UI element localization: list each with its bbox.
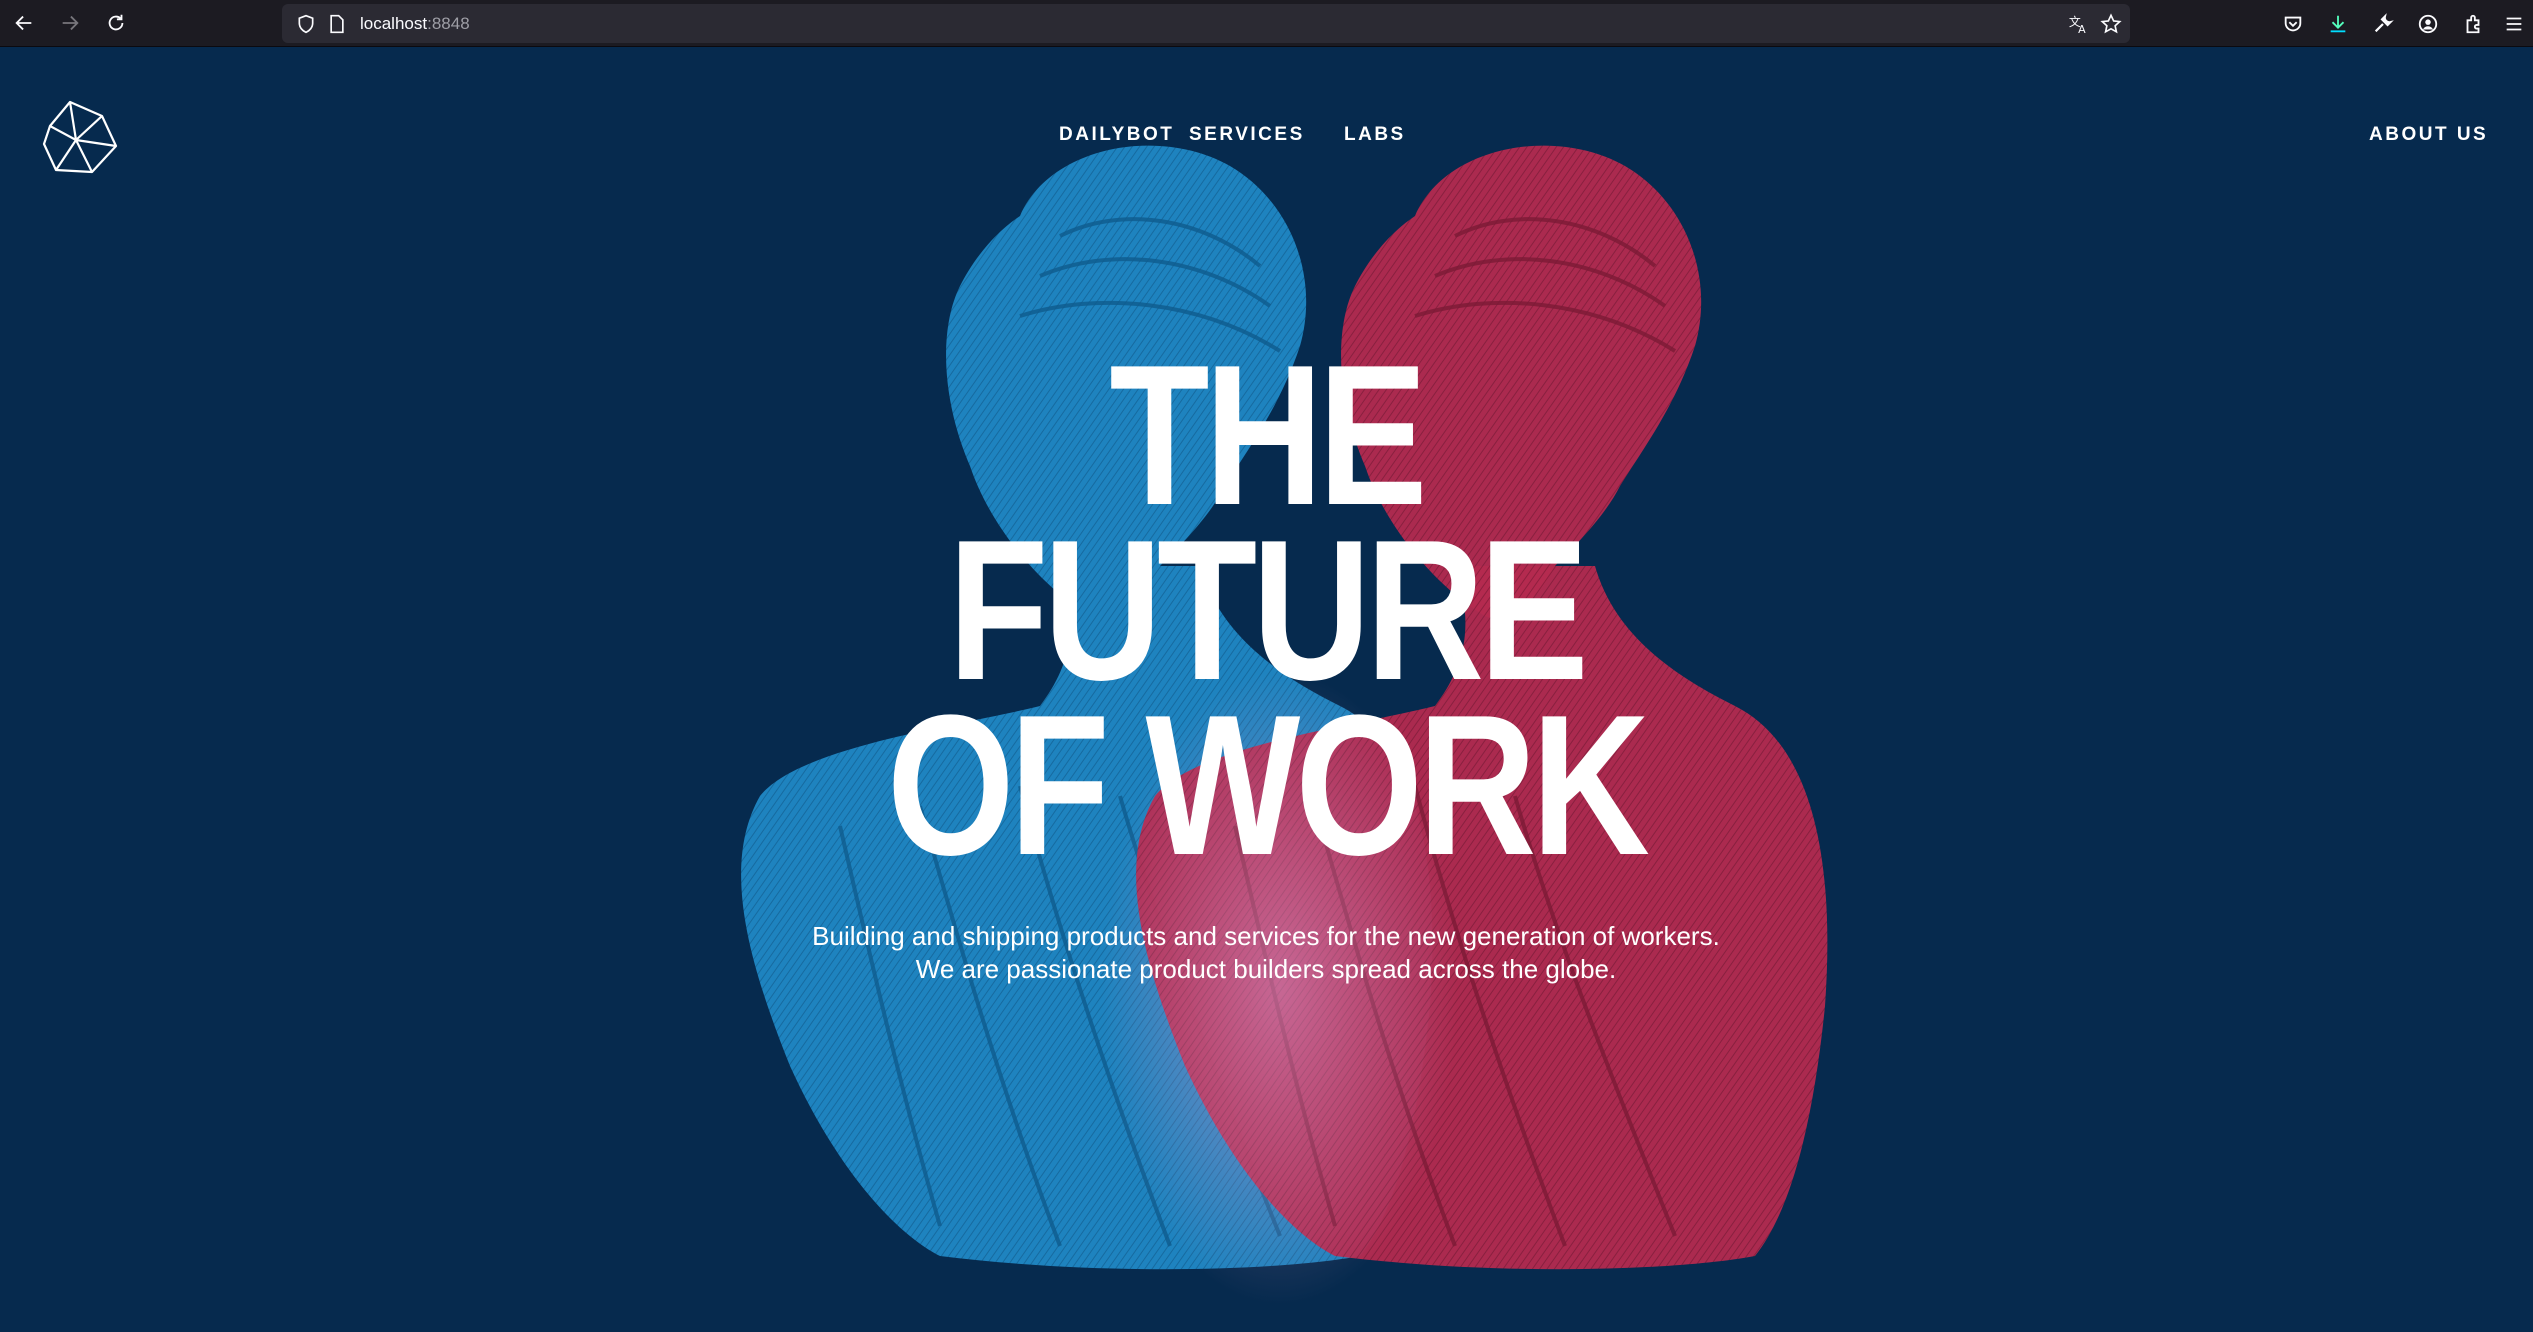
wrench-icon — [2374, 12, 2394, 32]
toolbar-right — [2270, 4, 2533, 43]
translate-icon[interactable]: 文A — [2068, 13, 2090, 35]
hero-title-line-1: THE — [1109, 324, 1427, 547]
nav-labs[interactable]: LABS — [1344, 124, 1406, 146]
account-icon — [2418, 14, 2437, 33]
menu-icon — [2506, 17, 2522, 30]
url-text[interactable]: localhost:8848 — [360, 14, 470, 34]
hero-subtitle-line-1: Building and shipping products and servi… — [812, 921, 1720, 951]
nav-services[interactable]: SERVICES — [1189, 124, 1305, 146]
browser-toolbar: localhost:8848 文A — [0, 0, 2533, 47]
forward-icon — [62, 15, 79, 31]
svg-text:A: A — [2078, 23, 2086, 35]
pocket-button[interactable] — [2270, 4, 2315, 43]
forward-button[interactable] — [50, 3, 90, 43]
nav-about-us[interactable]: ABOUT US — [2369, 124, 2488, 146]
hero-subtitle: Building and shipping products and servi… — [666, 920, 1866, 986]
hero-title: THE FUTURE OF WORK — [856, 324, 1676, 897]
star-icon[interactable] — [2100, 13, 2122, 35]
reload-button[interactable] — [96, 3, 136, 43]
devtools-button[interactable] — [2360, 4, 2405, 43]
logo-icon[interactable] — [40, 96, 122, 178]
url-host: localhost — [360, 14, 428, 33]
url-bar[interactable]: localhost:8848 文A — [282, 4, 2130, 43]
nav-dailybot[interactable]: DAILYBOT — [1059, 124, 1174, 146]
download-icon — [2330, 15, 2345, 32]
shield-icon[interactable] — [296, 14, 316, 34]
url-port: :8848 — [427, 14, 470, 33]
downloads-button[interactable] — [2315, 4, 2360, 43]
pocket-icon — [2284, 16, 2301, 31]
page-icon — [330, 14, 344, 34]
page-content: DAILYBOT SERVICES LABS ABOUT US THE FUTU… — [0, 48, 2533, 1332]
menu-button[interactable] — [2495, 4, 2533, 43]
back-button[interactable] — [4, 3, 44, 43]
reload-icon — [108, 14, 124, 31]
hero-title-line-2: FUTURE — [948, 499, 1588, 722]
hero-title-line-3: OF WORK — [886, 674, 1650, 897]
hero-subtitle-line-2: We are passionate product builders sprea… — [915, 954, 1617, 984]
extensions-button[interactable] — [2450, 4, 2495, 43]
account-button[interactable] — [2405, 4, 2450, 43]
extensions-icon — [2466, 14, 2479, 33]
back-icon — [15, 15, 32, 31]
